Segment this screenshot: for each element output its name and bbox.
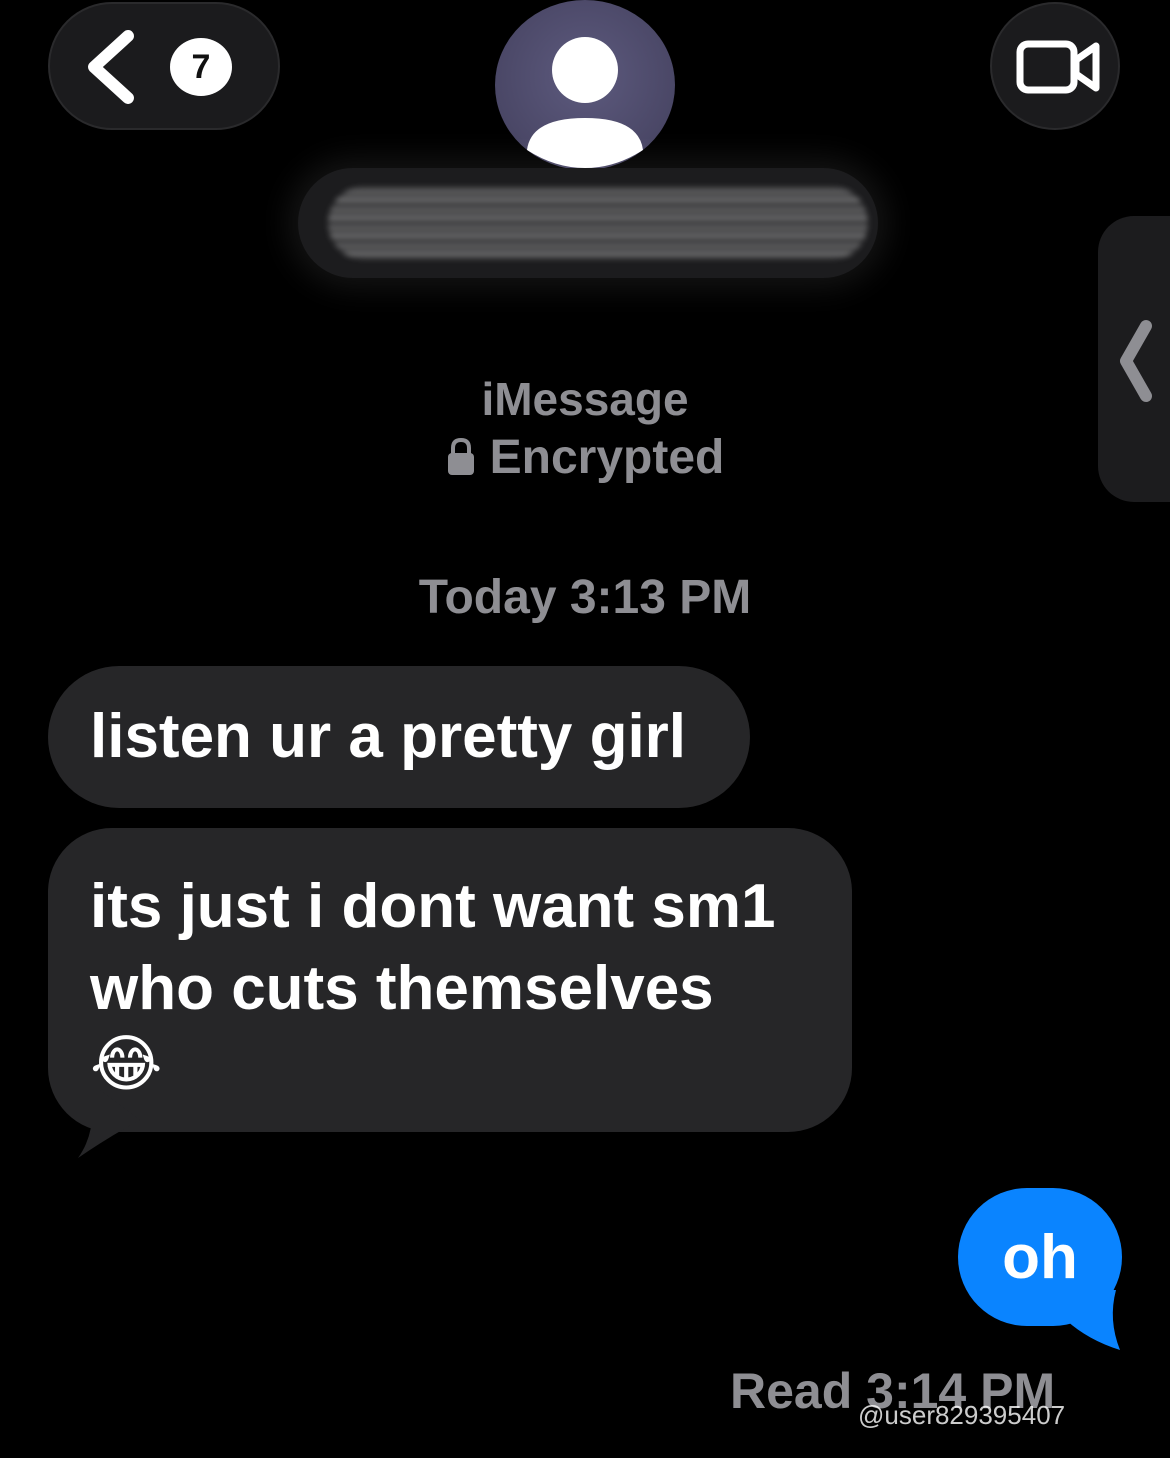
encryption-status: Encrypted: [0, 430, 1170, 485]
encryption-label: Encrypted: [489, 431, 725, 484]
video-camera-icon: [1016, 40, 1100, 94]
message-text: listen ur a pretty girl: [90, 702, 687, 771]
lock-icon: [447, 437, 474, 475]
incoming-message-bubble[interactable]: its just i dont want sm1 who cuts themse…: [48, 828, 852, 1132]
contact-avatar[interactable]: [495, 0, 675, 170]
redacted-contact-name: [328, 186, 868, 260]
contact-name-pill[interactable]: [298, 168, 878, 278]
service-label: iMessage: [481, 373, 689, 425]
back-button[interactable]: [48, 2, 280, 130]
bubble-tail: [1066, 1290, 1120, 1350]
chevron-left-icon: [88, 30, 134, 104]
timestamp-day: Today: [418, 571, 557, 624]
person-icon: [527, 37, 643, 168]
timestamp-time: 3:13 PM: [569, 571, 752, 624]
message-text-line: its just i dont want sm1: [90, 872, 776, 941]
message-text: oh: [1002, 1222, 1078, 1292]
unread-count-badge: 7: [170, 38, 232, 96]
bubble-tail: [78, 1090, 140, 1158]
tiktok-watermark: @user829395407: [858, 1400, 1066, 1430]
message-text-line: who cuts themselves: [90, 954, 714, 1023]
message-timestamp: Today 3:13 PM: [0, 570, 1170, 625]
laughing-emoji: 😂: [90, 1030, 163, 1099]
incoming-message-bubble[interactable]: listen ur a pretty girl: [48, 666, 750, 808]
